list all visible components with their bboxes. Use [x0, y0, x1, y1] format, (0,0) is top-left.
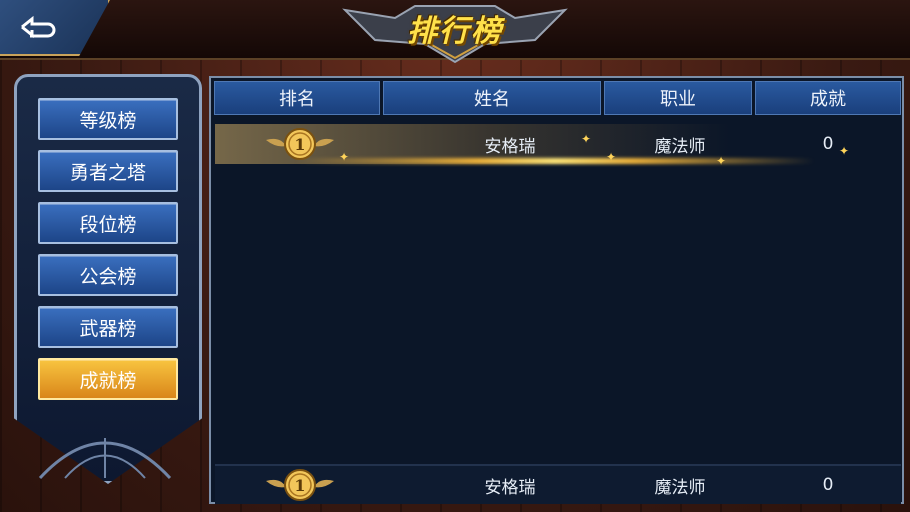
- nav-item-guild[interactable]: 公会榜: [38, 254, 178, 296]
- header-achievement: 成就: [755, 81, 901, 115]
- my-job: 魔法师: [654, 477, 706, 498]
- nav-ornament-icon: [38, 438, 172, 480]
- title-emblem: 排行榜: [335, 0, 575, 66]
- rank-medal-icon: 1: [264, 467, 336, 503]
- row-job: 魔法师: [654, 136, 706, 157]
- sparkle-icon: ✦: [339, 150, 350, 164]
- my-name: 安格瑞: [484, 477, 536, 498]
- row-name: 安格瑞: [484, 136, 536, 157]
- nav-item-weapon[interactable]: 武器榜: [38, 306, 178, 348]
- sparkle-icon: ✦: [716, 154, 727, 168]
- highlight-glow: [295, 158, 815, 164]
- header-name: 姓名: [383, 81, 601, 115]
- ranking-panel: 排名 姓名 职业 成就 1 安格瑞 魔法师 0 ✦ ✦ ✦ ✦ ✦ 1 安格瑞 …: [209, 76, 904, 504]
- sparkle-icon: ✦: [581, 132, 592, 146]
- nav-item-hero-tower[interactable]: 勇者之塔: [38, 150, 178, 192]
- rank-number: 1: [294, 135, 305, 154]
- back-arrow-icon: [18, 13, 66, 41]
- header-job: 职业: [604, 81, 752, 115]
- header-rank: 排名: [214, 81, 380, 115]
- page-title: 排行榜: [407, 14, 503, 49]
- my-achievement: 0: [822, 475, 834, 495]
- rank-medal-icon: 1: [264, 126, 336, 162]
- sparkle-icon: ✦: [839, 144, 850, 158]
- nav-item-achievement[interactable]: 成就榜: [38, 358, 178, 400]
- my-rank-row: 1 安格瑞 魔法师 0: [215, 464, 901, 504]
- row-achievement: 0: [822, 134, 834, 154]
- table-header: 排名 姓名 职业 成就: [214, 81, 901, 115]
- ranking-category-list: 等级榜 勇者之塔 段位榜 公会榜 武器榜 成就榜: [38, 98, 178, 400]
- rank-number: 1: [294, 476, 305, 495]
- nav-item-level[interactable]: 等级榜: [38, 98, 178, 140]
- sparkle-icon: ✦: [606, 150, 617, 164]
- nav-item-division[interactable]: 段位榜: [38, 202, 178, 244]
